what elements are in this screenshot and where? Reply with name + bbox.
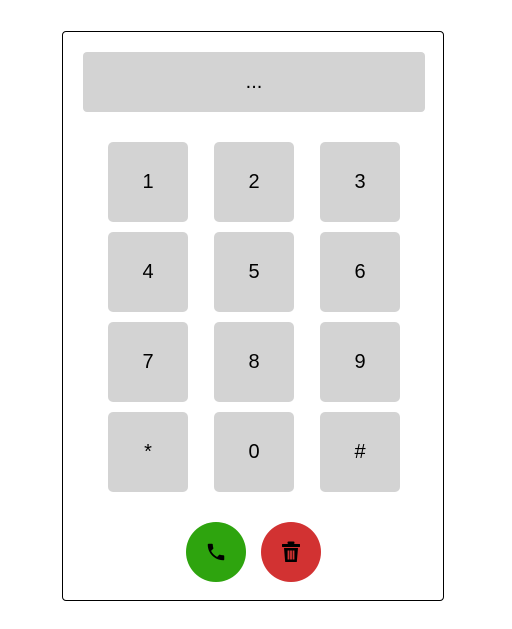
number-display-value: ...	[245, 70, 263, 93]
number-display: ...	[83, 52, 425, 112]
keypad: 1 2 3 4 5 6 7 8 9 * 0 #	[108, 142, 400, 492]
phone-icon	[207, 543, 224, 561]
key-3[interactable]: 3	[320, 142, 400, 222]
key-star[interactable]: *	[108, 412, 188, 492]
key-4[interactable]: 4	[108, 232, 188, 312]
key-hash[interactable]: #	[320, 412, 400, 492]
dialer-card: ... 1 2 3 4 5 6 7 8 9 * 0 #	[62, 31, 444, 601]
key-7[interactable]: 7	[108, 322, 188, 402]
key-8[interactable]: 8	[214, 322, 294, 402]
key-2[interactable]: 2	[214, 142, 294, 222]
key-9[interactable]: 9	[320, 322, 400, 402]
key-0[interactable]: 0	[214, 412, 294, 492]
call-button[interactable]	[185, 522, 246, 582]
key-5[interactable]: 5	[214, 232, 294, 312]
delete-button[interactable]	[260, 522, 321, 582]
action-bar	[63, 522, 443, 582]
key-6[interactable]: 6	[320, 232, 400, 312]
trash-icon	[281, 541, 300, 562]
key-1[interactable]: 1	[108, 142, 188, 222]
